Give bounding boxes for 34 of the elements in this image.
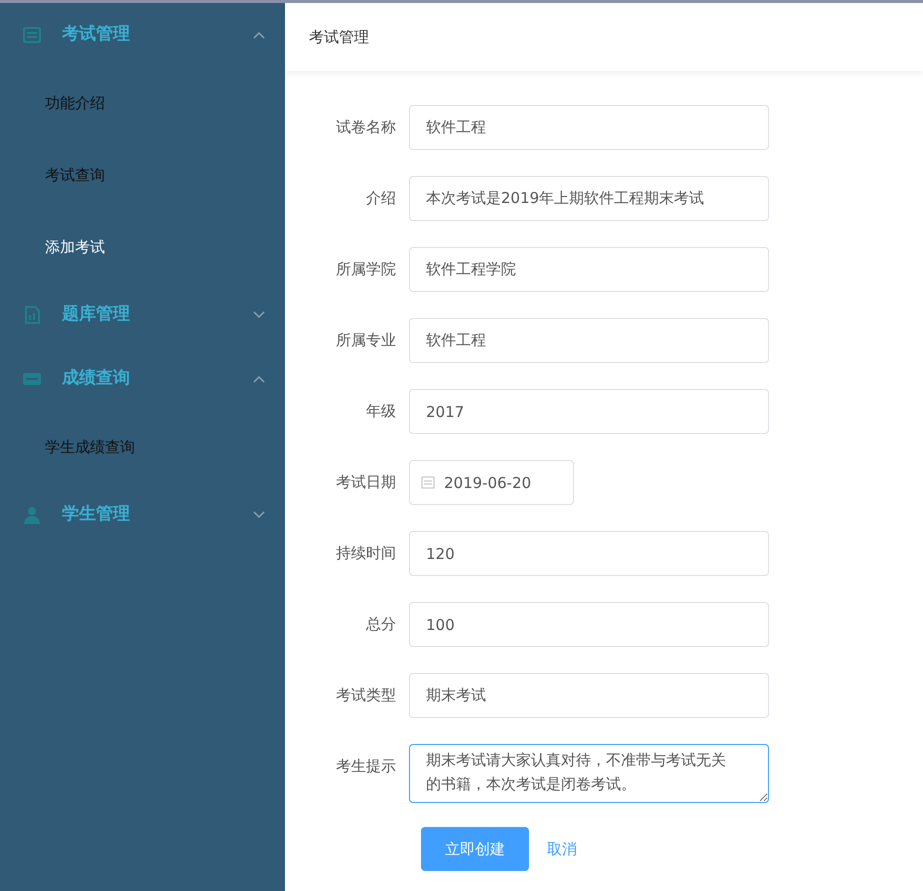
menu-group-title: 考试管理 <box>62 23 130 46</box>
menu-group-title: 成绩查询 <box>62 367 130 390</box>
page-title: 考试管理 <box>309 26 369 48</box>
field-label: 所属专业 <box>335 330 397 351</box>
date-field[interactable]: 2019-06-20 <box>409 460 574 505</box>
chevron-up-icon <box>253 375 265 383</box>
chevron-down-icon <box>253 311 265 319</box>
field-label: 试卷名称 <box>335 117 397 138</box>
input-field[interactable]: 软件工程学院 <box>409 247 769 292</box>
input-field[interactable]: 软件工程 <box>409 318 769 363</box>
menu-group-title: 题库管理 <box>62 303 130 326</box>
calendar-icon <box>421 475 435 489</box>
textarea-field[interactable]: 期末考试请大家认真对待，不准带与考试无关的书籍，本次考试是闭卷考试。 <box>409 744 769 803</box>
input-field[interactable]: 100 <box>409 602 769 647</box>
chart-icon <box>22 305 42 325</box>
input-field[interactable]: 2017 <box>409 389 769 434</box>
chevron-up-icon <box>253 31 265 39</box>
user-icon <box>22 505 42 525</box>
input-field[interactable]: 软件工程 <box>409 105 769 150</box>
chevron-down-icon <box>253 511 265 519</box>
field-label: 考生提示 <box>335 756 397 777</box>
doc-icon <box>22 25 42 45</box>
input-field[interactable]: 本次考试是2019年上期软件工程期末考试 <box>409 176 769 221</box>
field-label: 持续时间 <box>335 543 397 564</box>
field-label: 介绍 <box>365 188 397 209</box>
field-label: 年级 <box>365 401 397 422</box>
field-label: 所属学院 <box>335 259 397 280</box>
input-field[interactable]: 120 <box>409 531 769 576</box>
field-label: 总分 <box>365 614 397 635</box>
field-label: 考试日期 <box>335 472 397 493</box>
menu-group-title: 学生管理 <box>62 503 130 526</box>
field-label: 考试类型 <box>335 685 397 706</box>
input-field[interactable]: 期末考试 <box>409 673 769 718</box>
menu-item[interactable]: 添加考试 <box>0 211 285 283</box>
